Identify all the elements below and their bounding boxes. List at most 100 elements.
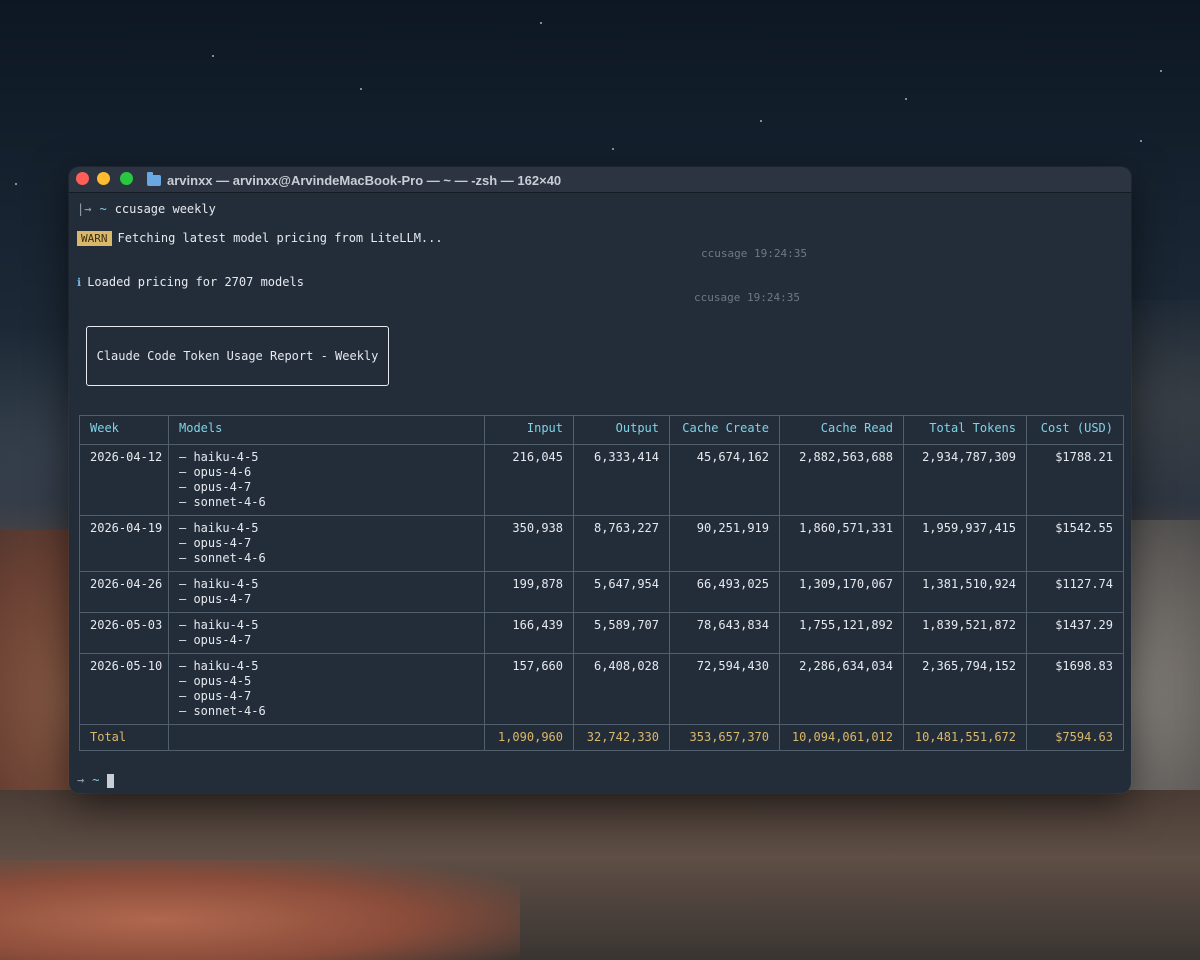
cell-total-tokens: 1,381,510,924	[903, 571, 1027, 613]
star	[15, 183, 17, 185]
table-row: 2026-04-19 haiku-4-5 opus-4-7 sonnet-4-6…	[79, 515, 1124, 572]
table-total-row: Total 1,090,960 32,742,330 353,657,370 1…	[79, 724, 1124, 751]
total-cost: $7594.63	[1026, 724, 1124, 751]
report-title: Claude Code Token Usage Report - Weekly	[96, 349, 379, 363]
cell-input: 199,878	[484, 571, 574, 613]
info-timestamp: ccusage 19:24:35	[694, 291, 800, 304]
model-item: opus-4-6	[179, 465, 474, 480]
table-row: 2026-04-12 haiku-4-5 opus-4-6 opus-4-7 s…	[79, 444, 1124, 516]
model-item: haiku-4-5	[179, 521, 474, 536]
cell-output: 6,408,028	[573, 653, 670, 725]
total-label: Total	[79, 724, 169, 751]
wallpaper-sand	[0, 860, 520, 960]
cell-input: 216,045	[484, 444, 574, 516]
header-week: Week	[79, 415, 169, 445]
cell-models: haiku-4-5 opus-4-7 sonnet-4-6	[168, 515, 485, 572]
cell-week: 2026-04-19	[79, 515, 169, 572]
table-row: 2026-05-10 haiku-4-5 opus-4-5 opus-4-7 s…	[79, 653, 1124, 725]
prompt-arrow-icon: →	[77, 773, 85, 787]
total-output: 32,742,330	[573, 724, 670, 751]
star	[905, 98, 907, 100]
model-item: opus-4-7	[179, 480, 474, 495]
title-bar[interactable]: arvinxx — arvinxx@ArvindeMacBook-Pro — ~…	[69, 167, 1131, 193]
cell-cache-create: 90,251,919	[669, 515, 780, 572]
model-item: haiku-4-5	[179, 577, 474, 592]
star	[1160, 70, 1162, 72]
cell-cache-create: 72,594,430	[669, 653, 780, 725]
final-prompt-line[interactable]: → ~	[77, 773, 115, 788]
cell-models: haiku-4-5 opus-4-5 opus-4-7 sonnet-4-6	[168, 653, 485, 725]
cell-cache-read: 1,860,571,331	[779, 515, 904, 572]
total-input: 1,090,960	[484, 724, 574, 751]
cursor	[107, 773, 115, 788]
report-title-box: Claude Code Token Usage Report - Weekly	[86, 326, 389, 386]
header-cache-create: Cache Create	[669, 415, 780, 445]
cell-total-tokens: 2,365,794,152	[903, 653, 1027, 725]
cell-cost: $1437.29	[1026, 612, 1124, 654]
total-cache-create: 353,657,370	[669, 724, 780, 751]
model-item: sonnet-4-6	[179, 551, 474, 566]
prompt-cwd: ~	[99, 202, 107, 216]
header-output: Output	[573, 415, 670, 445]
cell-cache-create: 45,674,162	[669, 444, 780, 516]
cell-cost: $1698.83	[1026, 653, 1124, 725]
table-row: 2026-05-03 haiku-4-5 opus-4-7 166,439 5,…	[79, 612, 1124, 654]
warn-message: Fetching latest model pricing from LiteL…	[117, 231, 443, 245]
model-item: opus-4-7	[179, 592, 474, 607]
info-message: Loaded pricing for 2707 models	[87, 275, 304, 289]
info-icon: ℹ	[77, 276, 82, 289]
cell-models: haiku-4-5 opus-4-6 opus-4-7 sonnet-4-6	[168, 444, 485, 516]
cell-input: 157,660	[484, 653, 574, 725]
terminal-content[interactable]: |→ ~ ccusage weekly WARN Fetching latest mo…	[69, 193, 1131, 793]
cell-models: haiku-4-5 opus-4-7	[168, 612, 485, 654]
star	[760, 120, 762, 122]
total-cache-read: 10,094,061,012	[779, 724, 904, 751]
zoom-button[interactable]	[120, 172, 133, 185]
total-total-tokens: 10,481,551,672	[903, 724, 1027, 751]
window-title: arvinxx — arvinxx@ArvindeMacBook-Pro — ~…	[147, 170, 561, 190]
model-item: haiku-4-5	[179, 618, 474, 633]
prompt-arrow-icon: |→	[77, 202, 92, 216]
cell-week: 2026-04-12	[79, 444, 169, 516]
cell-input: 166,439	[484, 612, 574, 654]
close-button[interactable]	[76, 172, 89, 185]
cell-cache-read: 2,882,563,688	[779, 444, 904, 516]
total-models-empty	[168, 724, 485, 751]
cell-output: 5,589,707	[573, 612, 670, 654]
prompt-cwd: ~	[92, 773, 100, 787]
star	[360, 88, 362, 90]
model-item: haiku-4-5	[179, 450, 474, 465]
table-header-row: Week Models Input Output Cache Create Ca…	[79, 415, 1124, 445]
minimize-button[interactable]	[97, 172, 110, 185]
cell-output: 6,333,414	[573, 444, 670, 516]
model-item: sonnet-4-6	[179, 495, 474, 510]
header-cost: Cost (USD)	[1026, 415, 1124, 445]
cell-models: haiku-4-5 opus-4-7	[168, 571, 485, 613]
terminal-window[interactable]: arvinxx — arvinxx@ArvindeMacBook-Pro — ~…	[69, 167, 1131, 793]
folder-icon	[147, 171, 161, 186]
cell-cost: $1127.74	[1026, 571, 1124, 613]
warn-timestamp: ccusage 19:24:35	[701, 247, 807, 260]
cell-total-tokens: 2,934,787,309	[903, 444, 1027, 516]
cell-cost: $1788.21	[1026, 444, 1124, 516]
cell-cache-read: 1,309,170,067	[779, 571, 904, 613]
star	[212, 55, 214, 57]
warn-line: WARN Fetching latest model pricing from L…	[77, 231, 443, 246]
cell-total-tokens: 1,959,937,415	[903, 515, 1027, 572]
info-line: ℹ Loaded pricing for 2707 models	[77, 275, 304, 289]
star	[1140, 140, 1142, 142]
cell-cache-create: 66,493,025	[669, 571, 780, 613]
header-total-tokens: Total Tokens	[903, 415, 1027, 445]
cell-output: 8,763,227	[573, 515, 670, 572]
cell-week: 2026-04-26	[79, 571, 169, 613]
model-item: opus-4-7	[179, 689, 474, 704]
cell-cache-create: 78,643,834	[669, 612, 780, 654]
command-text: ccusage weekly	[114, 202, 216, 216]
model-item: haiku-4-5	[179, 659, 474, 674]
header-models: Models	[168, 415, 485, 445]
header-input: Input	[484, 415, 574, 445]
model-item: opus-4-5	[179, 674, 474, 689]
usage-table: Week Models Input Output Cache Create Ca…	[79, 415, 1124, 751]
cell-cache-read: 2,286,634,034	[779, 653, 904, 725]
cell-week: 2026-05-03	[79, 612, 169, 654]
